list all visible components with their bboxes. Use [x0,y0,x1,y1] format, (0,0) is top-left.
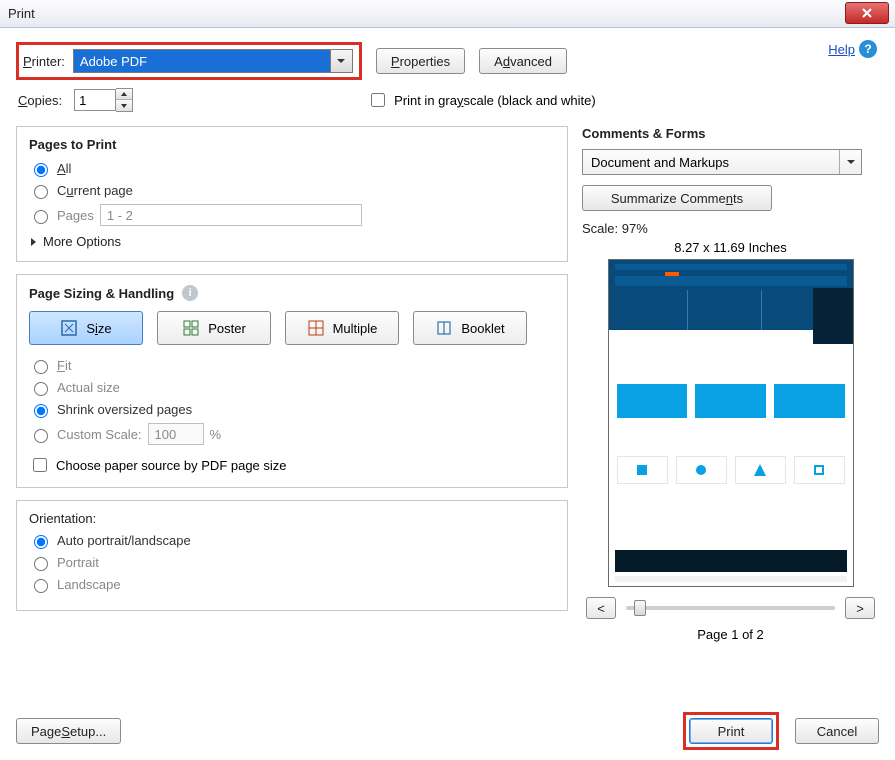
radio-pages-row[interactable]: Pages [29,204,555,226]
mode-booklet-button[interactable]: Booklet [413,311,527,345]
paper-source-label: Choose paper source by PDF page size [56,458,287,473]
radio-shrink-row[interactable]: Shrink oversized pages [29,401,555,418]
mode-size-label: Size [86,321,111,336]
radio-current[interactable] [34,185,48,199]
print-button[interactable]: Print [689,718,773,744]
custom-scale-input [148,423,204,445]
radio-all-label: All [57,161,71,176]
more-options-toggle[interactable]: More Options [29,234,555,249]
scale-label: Scale: 97% [582,221,879,236]
radio-custom-row[interactable]: Custom Scale: % [29,423,555,445]
mode-poster-label: Poster [208,321,246,336]
dropdown-caret [330,50,352,72]
paper-source-checkbox[interactable] [33,458,47,472]
radio-current-row[interactable]: Current page [29,182,555,199]
mode-size-button[interactable]: Size [29,311,143,345]
radio-landscape-label: Landscape [57,577,121,592]
radio-actual-row[interactable]: Actual size [29,379,555,396]
preview-thumbnail: ◦ stellar [608,259,854,587]
cancel-button[interactable]: Cancel [795,718,879,744]
paper-source-row[interactable]: Choose paper source by PDF page size [29,455,555,475]
radio-portrait-label: Portrait [57,555,99,570]
copies-input[interactable] [74,89,116,111]
radio-all-row[interactable]: All [29,160,555,177]
help-link[interactable]: Help ? [828,40,877,58]
radio-fit-row[interactable]: Fit [29,357,555,374]
radio-auto-row[interactable]: Auto portrait/landscape [29,532,555,549]
pages-to-print-panel: Pages to Print All Current page Pages Mo… [16,126,568,262]
advanced-button[interactable]: Advanced [479,48,567,74]
booklet-icon [435,319,453,337]
grayscale-checkbox-row[interactable]: Print in grayscale (black and white) [367,90,596,110]
radio-custom[interactable] [34,429,48,443]
grayscale-checkbox[interactable] [371,93,385,107]
preview-dimensions: 8.27 x 11.69 Inches [582,240,879,255]
radio-auto[interactable] [34,535,48,549]
mode-multiple-button[interactable]: Multiple [285,311,399,345]
radio-portrait-row[interactable]: Portrait [29,554,555,571]
close-icon [861,7,873,19]
spin-down[interactable] [116,100,132,111]
comments-selected: Document and Markups [591,155,729,170]
print-highlight: Print [683,712,779,750]
radio-actual[interactable] [34,382,48,396]
printer-label: Printer: [23,54,65,69]
radio-current-label: Current page [57,183,133,198]
pages-to-print-title: Pages to Print [29,137,555,152]
radio-shrink-label: Shrink oversized pages [57,402,192,417]
sizing-title: Page Sizing & Handling [29,286,174,301]
page-setup-button[interactable]: Page Setup... [16,718,121,744]
window-title: Print [8,6,35,21]
grayscale-label: Print in grayscale (black and white) [394,93,596,108]
radio-landscape[interactable] [34,579,48,593]
combo-caret [839,150,861,174]
help-icon: ? [859,40,877,58]
preview-prev-button[interactable]: < [586,597,616,619]
radio-pages[interactable] [34,210,48,224]
printer-select[interactable]: Adobe PDF [73,49,353,73]
window-titlebar: Print [0,0,895,28]
mode-poster-button[interactable]: Poster [157,311,271,345]
radio-all[interactable] [34,163,48,177]
radio-portrait[interactable] [34,557,48,571]
mode-multiple-label: Multiple [333,321,378,336]
poster-icon [182,319,200,337]
radio-landscape-row[interactable]: Landscape [29,576,555,593]
spin-up[interactable] [116,89,132,100]
radio-custom-label: Custom Scale: [57,427,142,442]
sizing-panel: Page Sizing & Handling i Size Poster Mul… [16,274,568,488]
printer-selected-value: Adobe PDF [80,54,147,69]
summarize-comments-button[interactable]: Summarize Comments [582,185,772,211]
page-indicator: Page 1 of 2 [582,627,879,642]
slider-thumb[interactable] [634,600,646,616]
orientation-panel: Orientation: Auto portrait/landscape Por… [16,500,568,611]
radio-actual-label: Actual size [57,380,120,395]
triangle-right-icon [29,238,37,246]
radio-fit[interactable] [34,360,48,374]
comments-combo[interactable]: Document and Markups [582,149,862,175]
multiple-icon [307,319,325,337]
help-label[interactable]: Help [828,42,855,57]
radio-shrink[interactable] [34,404,48,418]
preview-next-button[interactable]: > [845,597,875,619]
custom-scale-suffix: % [210,427,222,442]
more-options-label: More Options [43,234,121,249]
mode-booklet-label: Booklet [461,321,504,336]
radio-fit-label: Fit [57,358,71,373]
properties-button[interactable]: Properties [376,48,465,74]
size-icon [60,319,78,337]
pages-range-input [100,204,362,226]
copies-spinner[interactable] [74,88,133,112]
close-button[interactable] [845,2,889,24]
orientation-title: Orientation: [29,511,555,526]
preview-zoom-slider[interactable] [626,606,835,610]
copies-label: Copies: [18,93,62,108]
printer-highlight: Printer: Adobe PDF [16,42,362,80]
radio-pages-label: Pages [57,208,94,223]
comments-title: Comments & Forms [582,126,879,141]
radio-auto-label: Auto portrait/landscape [57,533,191,548]
info-icon[interactable]: i [182,285,198,301]
